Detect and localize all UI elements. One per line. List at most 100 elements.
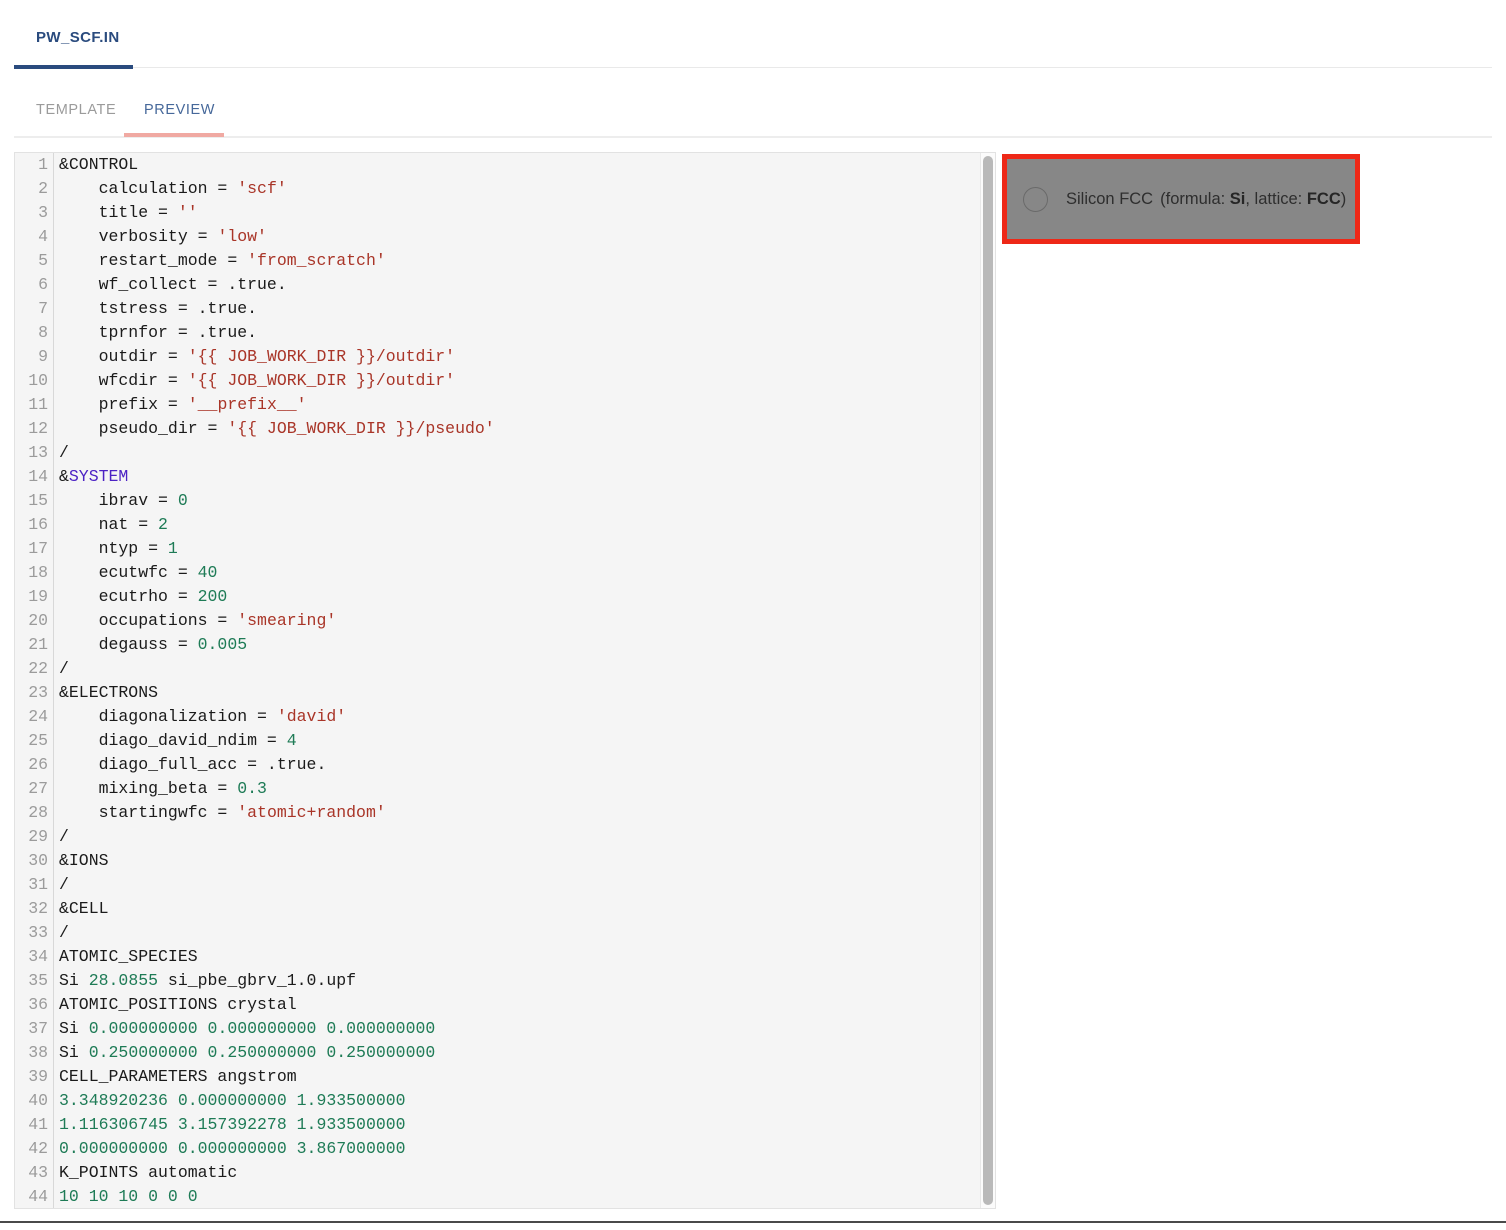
code-line: 18 ecutwfc = 40 — [15, 561, 980, 585]
line-number: 28 — [15, 801, 54, 825]
tab-preview[interactable]: PREVIEW — [144, 102, 215, 118]
code-token: diago_full_acc = .true. — [59, 755, 326, 774]
code-line: 31/ — [15, 873, 980, 897]
code-token: '' — [178, 203, 198, 222]
editor-scrollbar[interactable] — [980, 153, 995, 1208]
code-token: title = — [59, 203, 178, 222]
code-token: '__prefix__' — [188, 395, 307, 414]
code-line: 13/ — [15, 441, 980, 465]
line-number: 24 — [15, 705, 54, 729]
page: PW_SCF.IN TEMPLATE PREVIEW 1&CONTROL2 ca… — [0, 0, 1506, 1230]
code-token: Si — [59, 1043, 89, 1062]
line-number: 13 — [15, 441, 54, 465]
line-number: 29 — [15, 825, 54, 849]
code-token: &CONTROL — [59, 155, 138, 174]
code-token: tprnfor = .true. — [59, 323, 257, 342]
code-token: CELL_PARAMETERS angstrom — [59, 1067, 297, 1086]
code-token: mixing_beta = — [59, 779, 237, 798]
code-token: 'from_scratch' — [247, 251, 386, 270]
code-token: tstress = .true. — [59, 299, 257, 318]
line-number: 42 — [15, 1137, 54, 1161]
code-token: '{{ JOB_WORK_DIR }}/outdir' — [188, 347, 455, 366]
line-number: 36 — [15, 993, 54, 1017]
code-line: 23&ELECTRONS — [15, 681, 980, 705]
code-lines: 1&CONTROL2 calculation = 'scf'3 title = … — [15, 153, 980, 1209]
tab-template[interactable]: TEMPLATE — [36, 102, 116, 118]
code-line: 29 / — [15, 825, 980, 849]
preview-tab-indicator — [124, 133, 224, 137]
code-token: 0.3 — [237, 779, 267, 798]
line-number: 8 — [15, 321, 54, 345]
code-line: 24 diagonalization = 'david' — [15, 705, 980, 729]
code-line: 5 restart_mode = 'from_scratch' — [15, 249, 980, 273]
code-token: / — [59, 923, 69, 942]
code-token: verbosity = — [59, 227, 217, 246]
code-line: 4 verbosity = 'low' — [15, 225, 980, 249]
code-token: 3.348920236 0.000000000 1.933500000 — [59, 1091, 406, 1110]
editor-scrollbar-thumb[interactable] — [983, 156, 993, 1205]
line-number: 27 — [15, 777, 54, 801]
code-token: occupations = — [59, 611, 237, 630]
line-number: 34 — [15, 945, 54, 969]
code-token: 0.000000000 0.000000000 0.000000000 — [89, 1019, 436, 1038]
code-line: 15 ibrav = 0 — [15, 489, 980, 513]
code-token: 0.250000000 0.250000000 0.250000000 — [89, 1043, 436, 1062]
code-line: 33/ — [15, 921, 980, 945]
code-line: 35Si 28.0855 si_pbe_gbrv_1.0.upf — [15, 969, 980, 993]
code-line: 411.116306745 3.157392278 1.933500000 — [15, 1113, 980, 1137]
material-detail-suffix: ) — [1341, 190, 1347, 208]
code-token: 4 — [287, 731, 297, 750]
code-line: 38 Si 0.250000000 0.250000000 0.250000000 — [15, 1041, 980, 1065]
code-line: 2 calculation = 'scf' — [15, 177, 980, 201]
code-line: 19 ecutrho = 200 — [15, 585, 980, 609]
material-option-silicon-fcc[interactable]: Silicon FCC (formula: Si, lattice: FCC) — [1002, 154, 1360, 244]
line-number: 20 — [15, 609, 54, 633]
material-detail: (formula: Si, lattice: FCC) — [1160, 190, 1346, 208]
code-line: 26 diago_full_acc = .true. — [15, 753, 980, 777]
code-token: &CELL — [59, 899, 109, 918]
code-line: 27 mixing_beta = 0.3 — [15, 777, 980, 801]
file-tab-active-indicator — [14, 65, 133, 69]
file-tab-pw-scf-in[interactable]: PW_SCF.IN — [36, 29, 120, 46]
code-token: startingwfc = — [59, 803, 237, 822]
code-line: 9 outdir = '{{ JOB_WORK_DIR }}/outdir' — [15, 345, 980, 369]
code-line: 11 prefix = '__prefix__' — [15, 393, 980, 417]
code-line: 7 tstress = .true. — [15, 297, 980, 321]
code-line: 6 wf_collect = .true. — [15, 273, 980, 297]
file-tabs-divider — [14, 67, 1492, 68]
material-name: Silicon FCC — [1066, 190, 1153, 208]
line-number: 35 — [15, 969, 54, 993]
code-token: ecutwfc = — [59, 563, 198, 582]
line-number: 22 — [15, 657, 54, 681]
code-token: / — [59, 827, 69, 846]
code-line: 12 pseudo_dir = '{{ JOB_WORK_DIR }}/pseu… — [15, 417, 980, 441]
code-token: 40 — [198, 563, 218, 582]
code-token: 'smearing' — [237, 611, 336, 630]
material-option-label: Silicon FCC (formula: Si, lattice: FCC) — [1066, 190, 1346, 209]
line-number: 43 — [15, 1161, 54, 1185]
line-number: 38 — [15, 1041, 54, 1065]
line-number: 37 — [15, 1017, 54, 1041]
code-token: si_pbe_gbrv_1.0.upf — [158, 971, 356, 990]
code-token: 28.0855 — [89, 971, 158, 990]
code-line: 20 occupations = 'smearing' — [15, 609, 980, 633]
line-number: 25 — [15, 729, 54, 753]
code-token: 0.005 — [198, 635, 248, 654]
code-token: &ELECTRONS — [59, 683, 158, 702]
code-token: 1.116306745 3.157392278 1.933500000 — [59, 1115, 406, 1134]
code-token: / — [59, 875, 69, 894]
radio-button-icon[interactable] — [1023, 187, 1048, 212]
code-line: 34ATOMIC_SPECIES — [15, 945, 980, 969]
code-line: 39CELL_PARAMETERS angstrom — [15, 1065, 980, 1089]
material-lattice-value: FCC — [1307, 190, 1341, 208]
code-token: '{{ JOB_WORK_DIR }}/pseudo' — [227, 419, 494, 438]
line-number: 32 — [15, 897, 54, 921]
code-token: 200 — [198, 587, 228, 606]
code-line: 25 diago_david_ndim = 4 — [15, 729, 980, 753]
line-number: 26 — [15, 753, 54, 777]
code-token: &IONS — [59, 851, 109, 870]
code-token: 2 — [158, 515, 168, 534]
code-line: 32&CELL — [15, 897, 980, 921]
code-editor[interactable]: 1&CONTROL2 calculation = 'scf'3 title = … — [14, 152, 996, 1209]
line-number: 6 — [15, 273, 54, 297]
